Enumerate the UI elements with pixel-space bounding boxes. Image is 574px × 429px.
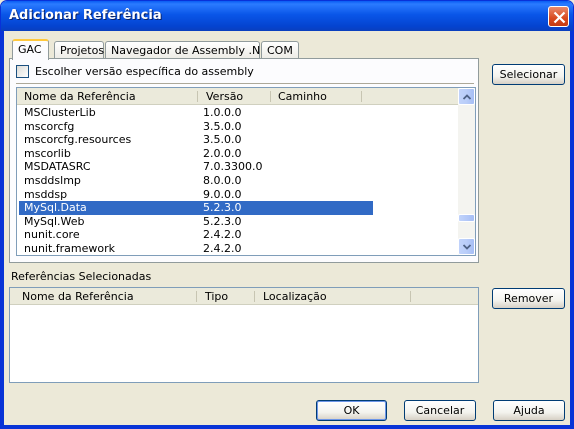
reference-name: msddsp xyxy=(24,187,68,201)
reference-version: 2.4.2.0 xyxy=(203,241,242,255)
selected-list-header: Nome da Referência Tipo Localização xyxy=(10,288,478,305)
scroll-down-arrow-icon xyxy=(463,244,471,250)
vertical-scrollbar[interactable] xyxy=(458,88,475,255)
specific-version-checkbox[interactable] xyxy=(16,65,29,78)
select-button[interactable]: Selecionar xyxy=(492,64,565,85)
scroll-down-button[interactable] xyxy=(458,238,475,255)
list-item[interactable]: MySql.Web 5.2.3.0 xyxy=(17,215,459,229)
reference-version: 7.0.3300.0 xyxy=(203,160,263,174)
remove-button[interactable]: Remover xyxy=(492,288,565,309)
list-item[interactable]: nunit.core 2.4.2.0 xyxy=(17,228,459,242)
reference-version: 3.5.0.0 xyxy=(203,133,242,147)
help-button[interactable]: Ajuda xyxy=(493,400,565,421)
reference-version: 1.0.0.0 xyxy=(203,106,242,119)
window-border-right xyxy=(570,31,573,428)
divider xyxy=(16,83,474,84)
tab-projetos[interactable]: Projetos xyxy=(54,41,104,59)
close-button[interactable] xyxy=(548,6,569,27)
column-separator[interactable] xyxy=(410,291,411,302)
column-header-path[interactable]: Caminho xyxy=(278,90,327,103)
column-separator[interactable] xyxy=(361,91,362,102)
reference-version: 5.2.3.0 xyxy=(203,214,242,228)
scroll-up-button[interactable] xyxy=(458,88,475,105)
selected-references-label: Referências Selecionadas xyxy=(11,270,152,283)
reference-name: mscorcfg.resources xyxy=(24,133,132,147)
reference-name: MySql.Web xyxy=(24,214,85,228)
list-item[interactable]: msddslmp 8.0.0.0 xyxy=(17,174,459,188)
tab-navegador-assembly[interactable]: Navegador de Assembly .NET xyxy=(105,41,274,59)
column-separator[interactable] xyxy=(196,291,197,302)
list-item[interactable]: MSDATASRC 7.0.3300.0 xyxy=(17,160,459,174)
list-item[interactable]: mscorcfg.resources 3.5.0.0 xyxy=(17,133,459,147)
column-header-version[interactable]: Versão xyxy=(206,90,243,103)
selected-references-list[interactable]: Nome da Referência Tipo Localização xyxy=(9,287,479,383)
column-header-name[interactable]: Nome da Referência xyxy=(22,290,134,303)
reference-version: 2.0.0.0 xyxy=(203,146,242,160)
column-header-name[interactable]: Nome da Referência xyxy=(24,90,136,103)
window-border-left xyxy=(1,31,4,428)
column-header-location[interactable]: Localização xyxy=(263,290,327,303)
reference-version: 2.4.2.0 xyxy=(203,228,242,242)
reference-name: mscorcfg xyxy=(24,119,75,133)
reference-version: 9.0.0.0 xyxy=(203,187,242,201)
title-bar[interactable]: Adicionar Referência xyxy=(1,1,573,31)
gac-list-rows: MSClusterLib 1.0.0.0 mscorcfg 3.5.0.0 msco… xyxy=(17,106,459,255)
gac-reference-list[interactable]: Nome da Referência Versão Caminho MSClus… xyxy=(16,87,476,256)
tab-com[interactable]: COM xyxy=(261,41,299,59)
reference-version: 5.2.3.0 xyxy=(203,201,242,215)
gac-tab-panel: Escolher versão específica do assembly N… xyxy=(9,58,479,263)
list-item[interactable]: msddsp 9.0.0.0 xyxy=(17,188,459,202)
add-reference-dialog: Adicionar Referência GAC Projetos Navega… xyxy=(0,0,574,429)
column-header-type[interactable]: Tipo xyxy=(205,290,228,303)
reference-name: nunit.framework xyxy=(24,241,116,255)
list-item[interactable]: mscorlib 2.0.0.0 xyxy=(17,147,459,161)
specific-version-label: Escolher versão específica do assembly xyxy=(35,65,254,78)
list-item[interactable]: MSClusterLib 1.0.0.0 xyxy=(17,106,459,120)
window-border-bottom xyxy=(1,425,573,428)
gac-list-header: Nome da Referência Versão Caminho xyxy=(17,88,459,105)
column-separator[interactable] xyxy=(254,291,255,302)
list-item-selected[interactable]: MySql.Data 5.2.3.0 xyxy=(17,201,459,216)
reference-name: MySql.Data xyxy=(24,201,87,215)
reference-name: mscorlib xyxy=(24,146,71,160)
reference-name: msddslmp xyxy=(24,173,81,187)
reference-name: nunit.core xyxy=(24,228,80,242)
window-title: Adicionar Referência xyxy=(9,8,162,23)
list-item[interactable]: nunit.framework 2.4.2.0 xyxy=(17,241,459,255)
column-separator[interactable] xyxy=(270,91,271,102)
cancel-button[interactable]: Cancelar xyxy=(404,400,476,421)
column-separator[interactable] xyxy=(197,91,198,102)
tab-gac[interactable]: GAC xyxy=(12,39,49,60)
reference-version: 8.0.0.0 xyxy=(203,173,242,187)
scroll-up-arrow-icon xyxy=(463,94,471,100)
scrollbar-thumb[interactable] xyxy=(458,214,475,222)
ok-button[interactable]: OK xyxy=(316,400,387,421)
list-item[interactable]: mscorcfg 3.5.0.0 xyxy=(17,120,459,134)
reference-name: MSClusterLib xyxy=(24,106,96,119)
reference-name: MSDATASRC xyxy=(24,160,91,174)
reference-version: 3.5.0.0 xyxy=(203,119,242,133)
close-icon xyxy=(553,11,566,24)
